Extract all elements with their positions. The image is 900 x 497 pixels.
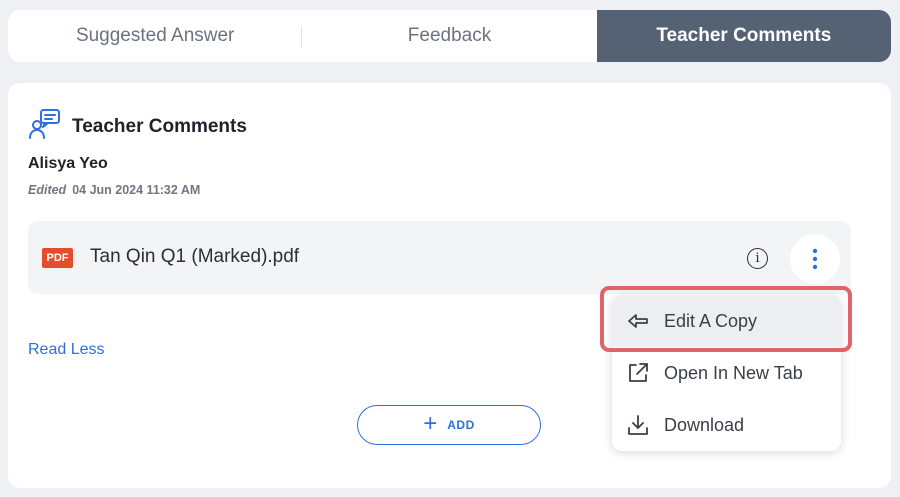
read-less-link[interactable]: Read Less <box>28 341 105 359</box>
menu-item-edit-a-copy[interactable]: Edit A Copy <box>612 295 841 347</box>
info-icon[interactable]: i <box>747 248 768 269</box>
tab-label: Feedback <box>407 25 492 46</box>
tab-label: Teacher Comments <box>656 25 832 46</box>
more-options-button[interactable] <box>790 234 840 284</box>
menu-item-label: Open In New Tab <box>664 362 803 383</box>
comment-author: Alisya Yeo <box>28 155 108 172</box>
reply-icon <box>628 314 648 328</box>
menu-item-download[interactable]: Download <box>612 399 841 451</box>
tab-teacher-comments[interactable]: Teacher Comments <box>596 10 891 62</box>
attachment-file-name[interactable]: Tan Qin Q1 (Marked).pdf <box>90 246 299 268</box>
menu-item-label: Edit A Copy <box>664 310 758 331</box>
pdf-file-icon: PDF <box>42 248 73 268</box>
section-title: Teacher Comments <box>72 115 247 137</box>
tab-bar: Suggested Answer Feedback Teacher Commen… <box>8 10 891 62</box>
attachment-options-menu: Edit A Copy Open In New Tab Download <box>612 295 841 451</box>
plus-icon: + <box>423 410 438 437</box>
more-vertical-icon <box>812 248 818 270</box>
download-icon <box>628 415 648 435</box>
add-button-label: ADD <box>447 418 475 432</box>
tab-suggested-answer[interactable]: Suggested Answer <box>8 10 303 62</box>
add-button[interactable]: + ADD <box>357 405 541 445</box>
edited-label: Edited <box>28 183 67 197</box>
menu-item-open-in-new-tab[interactable]: Open In New Tab <box>612 347 841 399</box>
edited-timestamp: 04 Jun 2024 11:32 AM <box>72 183 201 197</box>
menu-item-label: Download <box>664 414 745 435</box>
card-header: Teacher Comments <box>28 107 247 146</box>
edited-info: Edited 04 Jun 2024 11:32 AM <box>28 183 200 197</box>
tab-feedback[interactable]: Feedback <box>302 10 596 62</box>
tab-label: Suggested Answer <box>75 25 235 46</box>
external-link-icon <box>629 363 648 382</box>
attachment-row[interactable]: PDF Tan Qin Q1 (Marked).pdf i <box>28 221 851 294</box>
teacher-comment-icon <box>28 107 62 146</box>
